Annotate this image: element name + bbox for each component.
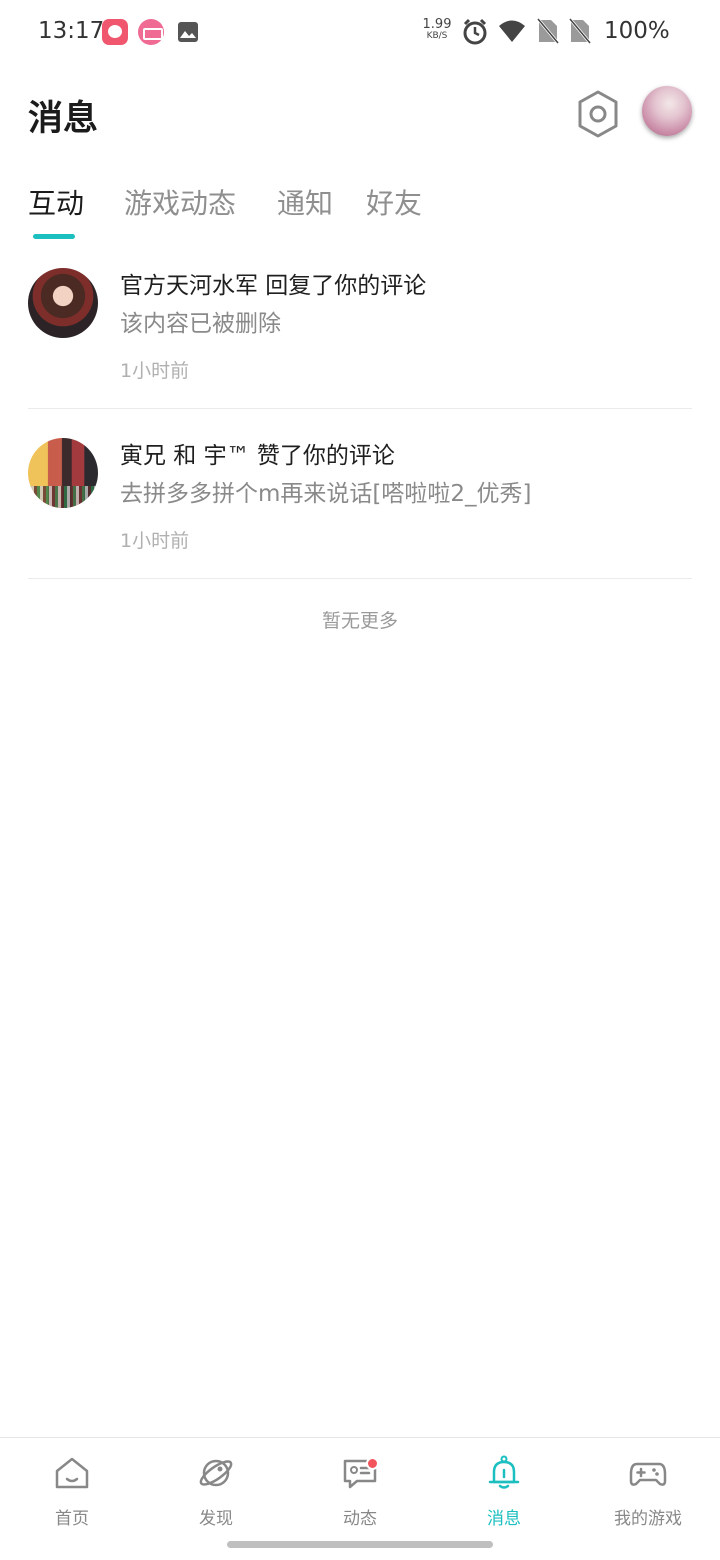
gallery-icon	[178, 22, 198, 42]
home-indicator[interactable]	[227, 1541, 493, 1548]
nav-label: 动态	[343, 1509, 377, 1529]
avatar[interactable]	[28, 268, 98, 338]
no-sim-icon	[569, 18, 591, 44]
battery-level: 100%	[604, 18, 670, 44]
nav-discover[interactable]: 发现	[144, 1438, 288, 1534]
avatar[interactable]	[28, 438, 98, 508]
message-body: 该内容已被删除	[120, 311, 281, 337]
network-speed: 1.99 KB/S	[422, 17, 452, 41]
wifi-icon	[499, 20, 525, 42]
nav-my-games[interactable]: 我的游戏	[576, 1438, 720, 1534]
tab-game-updates[interactable]: 游戏动态	[124, 182, 236, 222]
tab-friends[interactable]: 好友	[366, 182, 422, 222]
nav-feed[interactable]: 动态	[288, 1438, 432, 1534]
message-body: 去拼多多拼个m再来说话[嗒啦啦2_优秀]	[120, 481, 532, 507]
alarm-icon	[463, 18, 487, 45]
planet-icon	[199, 1459, 233, 1487]
page-title: 消息	[28, 99, 99, 139]
bottom-nav: 首页 发现 动态 消息 我的游戏	[0, 1437, 720, 1533]
list-end-text: 暂无更多	[321, 610, 398, 632]
status-time: 13:17	[38, 18, 105, 44]
message-item[interactable]: 寅兄 和 宇™ 赞了你的评论 去拼多多拼个m再来说话[嗒啦啦2_优秀] 1小时前	[0, 408, 720, 578]
tab-notifications[interactable]: 通知	[277, 182, 333, 222]
message-time: 1小时前	[120, 530, 190, 552]
status-bar: 13:17 1.99 KB/S 100%	[0, 0, 720, 64]
home-icon	[55, 1457, 89, 1489]
app-notification-icon	[102, 19, 128, 45]
bell-icon	[488, 1455, 520, 1489]
message-time: 1小时前	[120, 360, 190, 382]
bilibili-icon	[138, 19, 164, 45]
nav-label: 首页	[55, 1509, 89, 1529]
divider	[28, 578, 692, 579]
no-sim-icon	[537, 18, 559, 44]
message-title: 寅兄 和 宇™ 赞了你的评论	[120, 443, 395, 469]
nav-messages[interactable]: 消息	[432, 1438, 576, 1534]
gamepad-icon	[629, 1462, 667, 1486]
message-title: 官方天河水军 回复了你的评论	[120, 273, 427, 299]
message-item[interactable]: 官方天河水军 回复了你的评论 该内容已被删除 1小时前	[0, 238, 720, 408]
nav-label: 发现	[199, 1509, 233, 1529]
nav-label: 消息	[487, 1509, 521, 1529]
nav-label: 我的游戏	[614, 1509, 682, 1529]
tab-interaction[interactable]: 互动	[28, 182, 84, 222]
notification-badge	[366, 1457, 379, 1470]
hexagon-settings-icon[interactable]	[574, 88, 622, 140]
message-tabs: 互动 游戏动态 通知 好友	[0, 176, 720, 242]
user-avatar[interactable]	[642, 86, 692, 136]
nav-home[interactable]: 首页	[0, 1438, 144, 1534]
